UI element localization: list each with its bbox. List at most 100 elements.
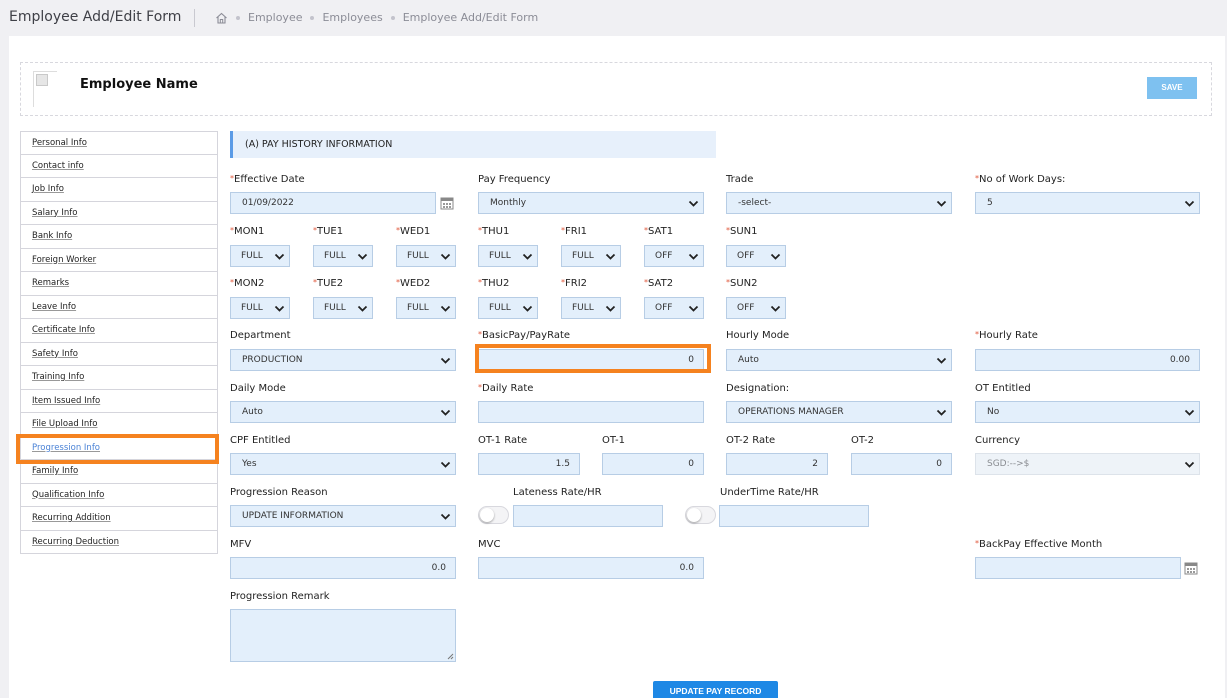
hourly-rate-input[interactable]: 0.00 <box>975 349 1200 371</box>
lateness-toggle[interactable] <box>478 506 509 524</box>
ot2-rate-label-text: OT-2 Rate <box>726 435 776 446</box>
calendar-icon[interactable] <box>440 196 454 210</box>
designation-select[interactable]: OPERATIONS MANAGER <box>726 401 952 423</box>
ot1-rate-input[interactable]: 1.5 <box>478 453 580 475</box>
work-days-select[interactable]: 5 <box>975 192 1200 214</box>
ot-entitled-select[interactable]: No <box>975 401 1200 423</box>
pay-frequency-select[interactable]: Monthly <box>478 192 704 214</box>
daily-mode-select[interactable]: Auto <box>230 401 456 423</box>
cpf-entitled-select[interactable]: Yes <box>230 453 456 475</box>
day-week2-select[interactable]: FULL <box>230 297 290 319</box>
calendar-icon[interactable] <box>1184 561 1198 575</box>
sidebar-item[interactable]: Foreign Worker <box>20 248 218 272</box>
day-week1-label: *FRI1 <box>561 226 587 237</box>
basic-pay-highlight <box>475 344 711 373</box>
mfv-input[interactable]: 0.0 <box>230 557 456 579</box>
chevron-down-icon <box>440 409 451 416</box>
hourly-mode-value: Auto <box>738 355 759 365</box>
progression-remark-textarea[interactable] <box>230 609 456 662</box>
ot2-rate-input[interactable]: 2 <box>726 453 828 475</box>
day-week2-select[interactable]: FULL <box>561 297 621 319</box>
ot-entitled-value: No <box>987 407 1000 417</box>
day-week1-select[interactable]: FULL <box>478 245 538 267</box>
day-week1-label: *MON1 <box>230 226 264 237</box>
ot2-rate-label: OT-2 Rate <box>726 435 775 446</box>
day-week2-label: *SAT2 <box>644 278 673 289</box>
lateness-rate-input[interactable] <box>513 505 663 527</box>
mvc-input[interactable]: 0.0 <box>478 557 704 579</box>
sidebar-item[interactable]: Certificate Info <box>20 319 218 343</box>
trade-label-text: Trade <box>726 174 754 185</box>
progression-reason-label-text: Progression Reason <box>230 487 328 498</box>
mvc-value: 0.0 <box>679 563 694 573</box>
trade-select[interactable]: -select- <box>726 192 952 214</box>
sidebar: Personal Info Contact info Job Info Salary … <box>20 131 218 554</box>
day-week2-value: FULL <box>407 303 429 313</box>
sidebar-item[interactable]: Recurring Addition <box>20 507 218 531</box>
sidebar-item[interactable]: Training Info <box>20 366 218 390</box>
day-week1-value: FULL <box>572 251 594 261</box>
daily-rate-input[interactable] <box>478 401 704 423</box>
effective-date-input[interactable]: 01/09/2022 <box>230 192 436 214</box>
day-week1-select[interactable]: FULL <box>396 245 456 267</box>
sidebar-item[interactable]: Leave Info <box>20 295 218 319</box>
sidebar-item[interactable]: Contact info <box>20 154 218 178</box>
day-week2-label: *WED2 <box>396 278 430 289</box>
day-week1-select[interactable]: FULL <box>230 245 290 267</box>
profile-header: Employee Name SAVE <box>20 62 1212 116</box>
ot1-input[interactable]: 0 <box>602 453 704 475</box>
hourly-mode-label-text: Hourly Mode <box>726 330 790 341</box>
update-pay-record-button[interactable]: UPDATE PAY RECORD <box>653 681 778 698</box>
undertime-toggle[interactable] <box>685 506 716 524</box>
department-select[interactable]: PRODUCTION <box>230 349 456 371</box>
day-week2-select[interactable]: FULL <box>396 297 456 319</box>
day-week1-label-text: TUE1 <box>317 226 344 237</box>
effective-date-label: *Effective Date <box>230 174 305 185</box>
day-week1-label-text: THU1 <box>482 226 510 237</box>
home-icon[interactable] <box>215 12 228 24</box>
day-week1-value: OFF <box>655 251 673 261</box>
day-week2-select[interactable]: FULL <box>478 297 538 319</box>
sidebar-item[interactable]: Personal Info <box>20 131 218 155</box>
sidebar-item[interactable]: Safety Info <box>20 342 218 366</box>
sidebar-item[interactable]: Salary Info <box>20 201 218 225</box>
hourly-mode-select[interactable]: Auto <box>726 349 952 371</box>
resize-grip-icon[interactable] <box>446 652 454 660</box>
sidebar-item[interactable]: Qualification Info <box>20 483 218 507</box>
sidebar-item[interactable]: Remarks <box>20 272 218 296</box>
breadcrumb-employee[interactable]: Employee <box>248 11 302 24</box>
title-divider <box>194 9 195 27</box>
save-button[interactable]: SAVE <box>1147 77 1197 99</box>
ot1-label: OT-1 <box>602 435 625 446</box>
day-week2-select[interactable]: OFF <box>644 297 704 319</box>
sidebar-item[interactable]: Recurring Deduction <box>20 530 218 554</box>
day-week1-select[interactable]: FULL <box>561 245 621 267</box>
day-week1-select[interactable]: OFF <box>644 245 704 267</box>
ot2-input[interactable]: 0 <box>851 453 952 475</box>
sidebar-item[interactable]: Item Issued Info <box>20 389 218 413</box>
chevron-down-icon <box>357 305 368 312</box>
ot2-rate-value: 2 <box>812 459 818 469</box>
backpay-month-label-text: BackPay Effective Month <box>979 539 1103 550</box>
breadcrumb-employees[interactable]: Employees <box>322 11 382 24</box>
sidebar-item[interactable]: Job Info <box>20 178 218 202</box>
daily-rate-label: *Daily Rate <box>478 383 533 394</box>
sidebar-item[interactable]: Bank Info <box>20 225 218 249</box>
currency-select[interactable]: SGD:-->$ <box>975 453 1200 475</box>
currency-label: Currency <box>975 435 1020 446</box>
sidebar-item[interactable]: File Upload Info <box>20 413 218 437</box>
day-week2-select[interactable]: OFF <box>726 297 786 319</box>
hourly-rate-label-text: Hourly Rate <box>979 330 1038 341</box>
day-week2-select[interactable]: FULL <box>313 297 373 319</box>
cpf-entitled-value: Yes <box>242 459 257 469</box>
chevron-down-icon <box>688 200 699 207</box>
toggle-knob <box>480 508 494 522</box>
undertime-rate-input[interactable] <box>719 505 869 527</box>
day-week1-select[interactable]: OFF <box>726 245 786 267</box>
day-week1-select[interactable]: FULL <box>313 245 373 267</box>
mfv-value: 0.0 <box>431 563 446 573</box>
department-value: PRODUCTION <box>242 355 303 365</box>
chevron-down-icon <box>274 305 285 312</box>
progression-reason-select[interactable]: UPDATE INFORMATION <box>230 505 456 527</box>
backpay-month-input[interactable] <box>975 557 1181 579</box>
